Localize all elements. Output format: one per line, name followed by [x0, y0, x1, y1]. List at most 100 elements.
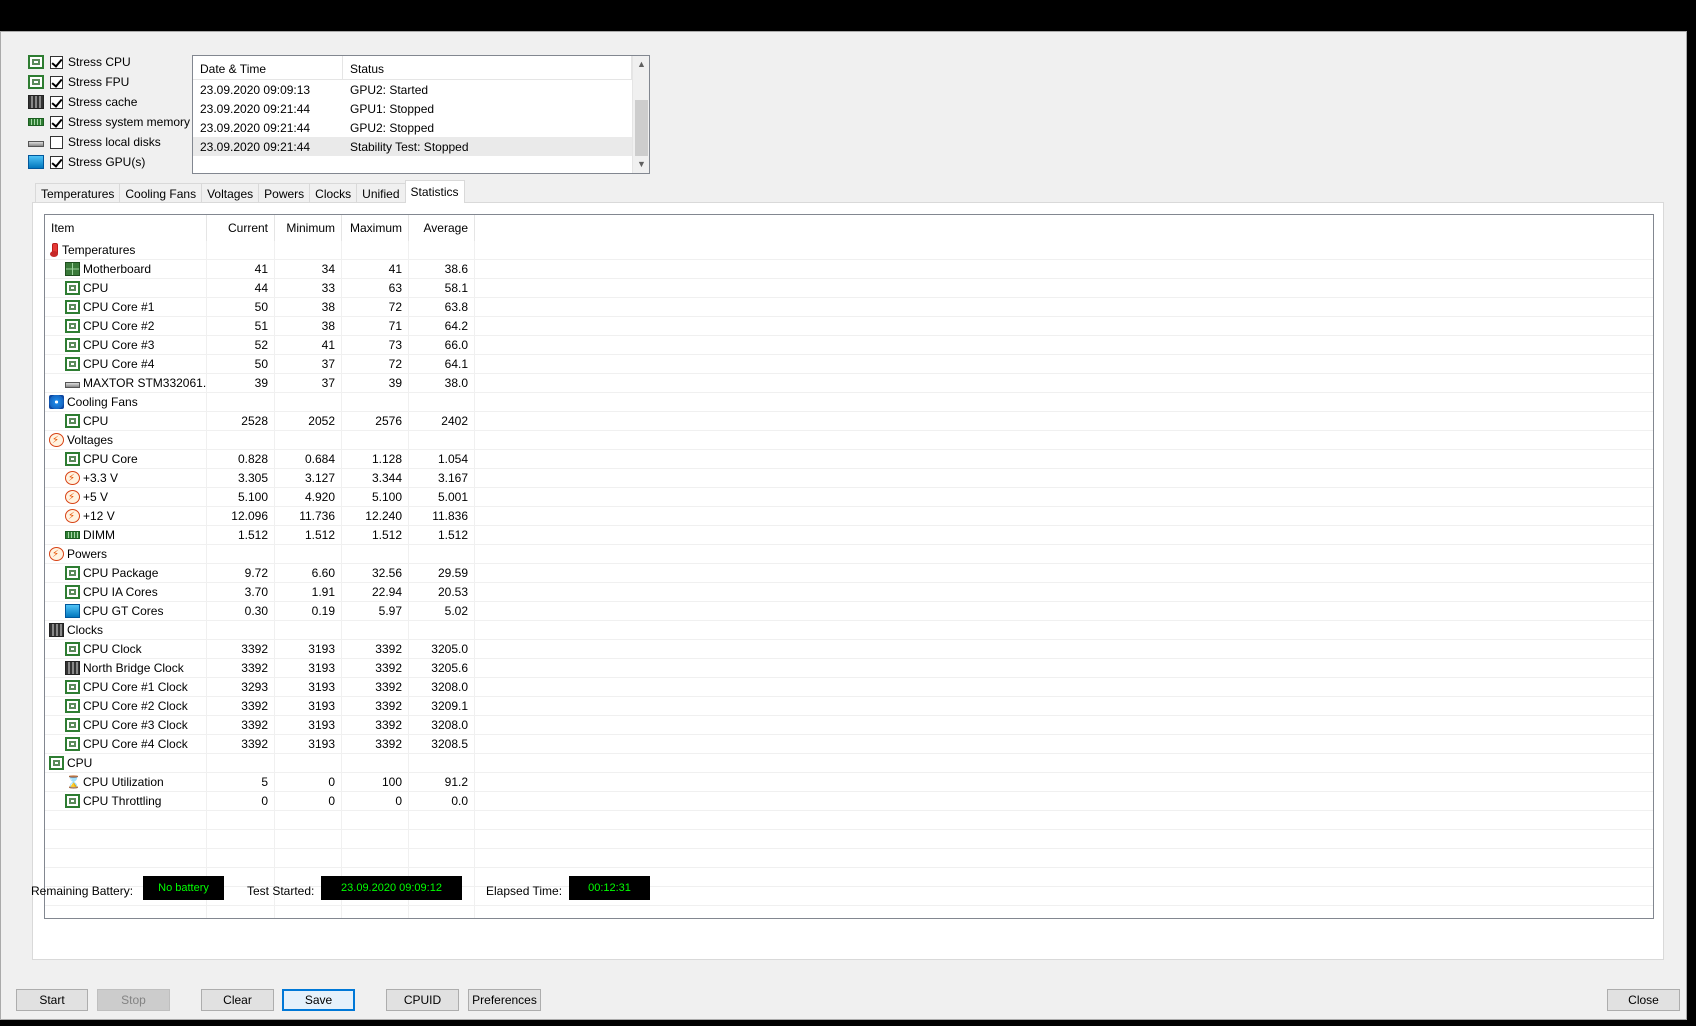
stats-item-cell: Voltages	[45, 431, 207, 449]
stress-option-stress-gpu-s[interactable]: Stress GPU(s)	[28, 152, 145, 172]
tab-unified[interactable]: Unified	[356, 183, 406, 203]
save-button[interactable]: Save	[282, 989, 355, 1011]
col-maximum[interactable]: Maximum	[342, 215, 409, 241]
close-button[interactable]: Close	[1607, 989, 1680, 1011]
stats-row[interactable]: CPU Core 0.828 0.684 1.128 1.054	[45, 450, 1653, 469]
stats-filler-cell	[475, 336, 1653, 354]
log-header-status[interactable]: Status	[343, 56, 632, 79]
statistics-table[interactable]: Item Current Minimum Maximum Average Tem…	[44, 214, 1654, 919]
stats-group-row[interactable]: Powers	[45, 545, 1653, 564]
stats-maximum-cell: 1.512	[342, 526, 409, 544]
preferences-button[interactable]: Preferences	[468, 989, 541, 1011]
log-row[interactable]: 23.09.2020 09:21:44 GPU2: Stopped	[193, 118, 649, 137]
stress-checkbox[interactable]	[50, 95, 63, 109]
stats-maximum-cell: 3392	[342, 716, 409, 734]
log-scrollbar[interactable]: ▲ ▼	[632, 56, 649, 173]
stats-row[interactable]: CPU IA Cores 3.70 1.91 22.94 20.53	[45, 583, 1653, 602]
stats-group-row[interactable]: Clocks	[45, 621, 1653, 640]
col-current[interactable]: Current	[207, 215, 275, 241]
stats-row[interactable]: CPU Core #3 Clock 3392 3193 3392 3208.0	[45, 716, 1653, 735]
stats-row[interactable]: CPU Utilization 5010091.2	[45, 773, 1653, 792]
log-row[interactable]: 23.09.2020 09:21:44 Stability Test: Stopp…	[193, 137, 649, 156]
voltage-icon	[49, 546, 64, 563]
stats-average-cell: 38.6	[409, 260, 475, 278]
stats-row[interactable]: Motherboard 41 34 41 38.6	[45, 260, 1653, 279]
tab-statistics[interactable]: Statistics	[404, 180, 465, 203]
tab-clocks[interactable]: Clocks	[309, 183, 358, 203]
stats-item-cell: CPU	[45, 279, 207, 297]
stats-group-row[interactable]: Voltages	[45, 431, 1653, 450]
tab-cooling-fans[interactable]: Cooling Fans	[119, 183, 203, 203]
fpu-icon	[28, 75, 44, 89]
event-log[interactable]: Date & Time Status 23.09.2020 09:09:13 GP…	[192, 55, 650, 174]
stress-checkbox[interactable]	[50, 115, 63, 129]
log-header: Date & Time Status	[193, 56, 649, 80]
stats-item-cell: North Bridge Clock	[45, 659, 207, 677]
scroll-down-icon[interactable]: ▼	[633, 156, 650, 173]
stats-row[interactable]: CPU GT Cores 0.30 0.19 5.97 5.02	[45, 602, 1653, 621]
stats-filler-cell	[475, 450, 1653, 468]
stats-item-cell: CPU Core #2	[45, 317, 207, 335]
stats-row[interactable]: CPU Core #4 50 37 72 64.1	[45, 355, 1653, 374]
tab-temperatures[interactable]: Temperatures	[35, 183, 121, 203]
stats-row[interactable]: +3.3 V 3.3053.1273.3443.167	[45, 469, 1653, 488]
stats-current-cell: 50	[207, 355, 275, 373]
stress-option-stress-cpu[interactable]: Stress CPU	[28, 52, 131, 72]
stats-group-row[interactable]: Cooling Fans	[45, 393, 1653, 412]
stress-checkbox[interactable]	[50, 155, 63, 169]
stats-row[interactable]: CPU 44 33 63 58.1	[45, 279, 1653, 298]
stats-row[interactable]: DIMM 1.512 1.512 1.512 1.512	[45, 526, 1653, 545]
stats-row[interactable]: CPU Core #4 Clock 3392 3193 3392 3208.5	[45, 735, 1653, 754]
stats-row[interactable]: CPU Package 9.72 6.60 32.56 29.59	[45, 564, 1653, 583]
tab-powers[interactable]: Powers	[258, 183, 311, 203]
stats-row[interactable]: CPU Core #1 Clock 3293 3193 3392 3208.0	[45, 678, 1653, 697]
stats-row[interactable]: CPU Core #3 52 41 73 66.0	[45, 336, 1653, 355]
scroll-thumb[interactable]	[635, 100, 648, 156]
stats-minimum-cell: 4.920	[275, 488, 342, 506]
scroll-up-icon[interactable]: ▲	[633, 56, 650, 73]
stats-row[interactable]: CPU Core #2 Clock 3392 3193 3392 3209.1	[45, 697, 1653, 716]
stats-average-cell: 20.53	[409, 583, 475, 601]
start-button[interactable]: Start	[16, 989, 88, 1011]
stress-checkbox[interactable]	[50, 75, 63, 89]
cpuid-button[interactable]: CPUID	[386, 989, 459, 1011]
stress-option-stress-local-disks[interactable]: Stress local disks	[28, 132, 161, 152]
stats-row[interactable]: CPU Core #1 50 38 72 63.8	[45, 298, 1653, 317]
stats-item-cell: CPU	[45, 754, 207, 772]
log-row[interactable]: 23.09.2020 09:09:13 GPU2: Started	[193, 80, 649, 99]
elapsed-time-value: 00:12:31	[569, 876, 650, 900]
col-average[interactable]: Average	[409, 215, 475, 241]
stats-filler-cell	[475, 830, 1653, 848]
stress-option-stress-system-memory[interactable]: Stress system memory	[28, 112, 190, 132]
tab-voltages[interactable]: Voltages	[201, 183, 260, 203]
log-header-datetime[interactable]: Date & Time	[193, 56, 343, 79]
stats-minimum-cell: 3193	[275, 735, 342, 753]
stats-row[interactable]: CPU Throttling 0 0 0 0.0	[45, 792, 1653, 811]
stats-group-row[interactable]: Temperatures	[45, 241, 1653, 260]
stats-row[interactable]: CPU Clock 3392 3193 3392 3205.0	[45, 640, 1653, 659]
stop-button[interactable]: Stop	[97, 989, 170, 1011]
stats-row[interactable]: MAXTOR STM332061... 39 37 39 38.0	[45, 374, 1653, 393]
stats-minimum-cell: 3193	[275, 697, 342, 715]
stats-row[interactable]: CPU 2528 2052 2576 2402	[45, 412, 1653, 431]
stress-checkbox[interactable]	[50, 55, 63, 69]
cpu-chip-icon	[65, 300, 80, 314]
battery-label: Remaining Battery:	[31, 884, 134, 898]
stress-checkbox[interactable]	[50, 135, 63, 149]
clear-button[interactable]: Clear	[201, 989, 274, 1011]
stress-option-stress-fpu[interactable]: Stress FPU	[28, 72, 129, 92]
stats-group-row[interactable]: CPU	[45, 754, 1653, 773]
col-item[interactable]: Item	[45, 215, 207, 241]
stats-row[interactable]: +12 V 12.09611.73612.24011.836	[45, 507, 1653, 526]
log-status: GPU1: Stopped	[350, 101, 435, 116]
stats-row[interactable]: CPU Core #2 51 38 71 64.2	[45, 317, 1653, 336]
log-row[interactable]: 23.09.2020 09:21:44 GPU1: Stopped	[193, 99, 649, 118]
stats-item-label: CPU Core #4 Clock	[83, 737, 188, 751]
stats-current-cell	[207, 545, 275, 563]
cpu-chip-icon	[65, 281, 80, 295]
col-minimum[interactable]: Minimum	[275, 215, 342, 241]
stats-row[interactable]: +5 V5.1004.9205.1005.001	[45, 488, 1653, 507]
stats-row[interactable]: North Bridge Clock 3392 3193 3392 3205.6	[45, 659, 1653, 678]
stress-option-stress-cache[interactable]: Stress cache	[28, 92, 137, 112]
stats-filler-cell	[475, 811, 1653, 829]
